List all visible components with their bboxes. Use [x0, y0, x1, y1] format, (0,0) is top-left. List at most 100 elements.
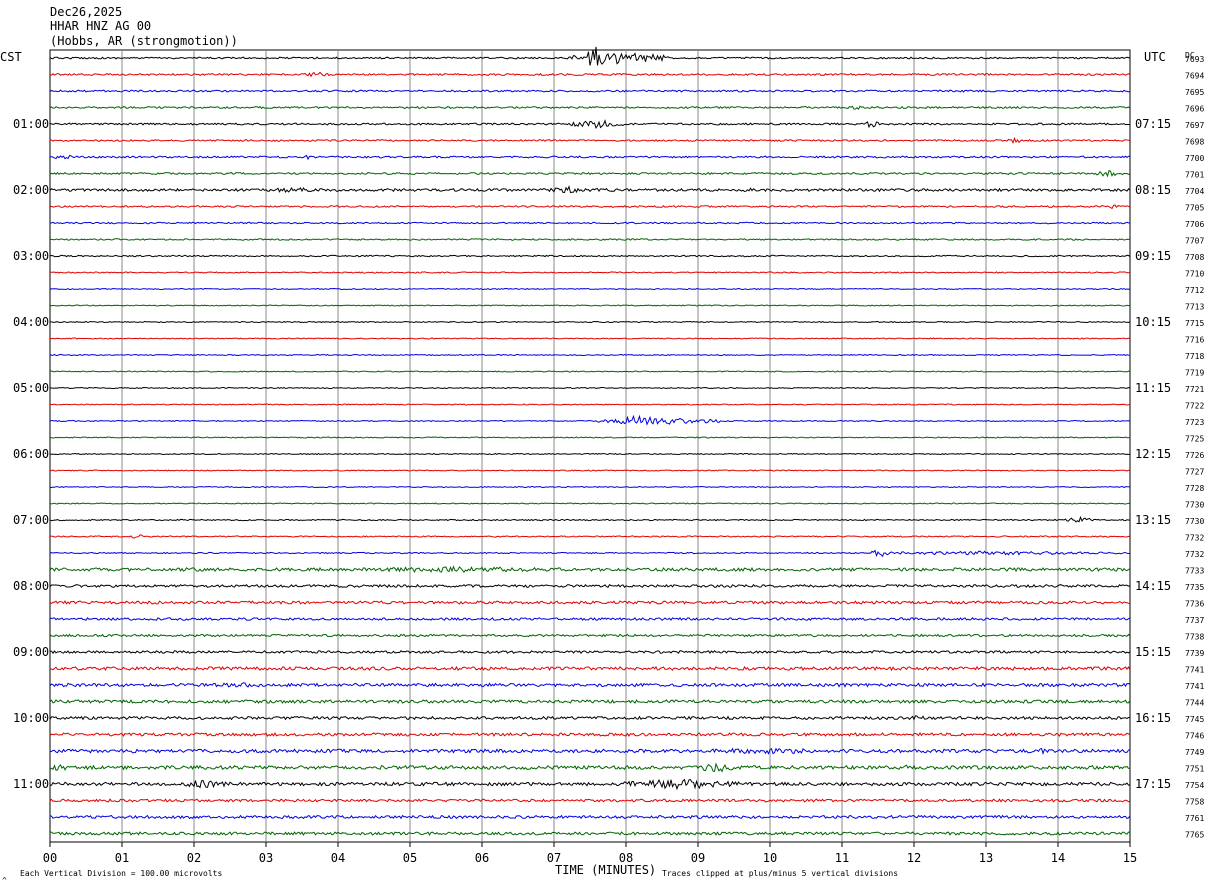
trace-row	[49, 814, 1131, 820]
trace-row	[49, 119, 1131, 130]
trace-row	[49, 185, 1131, 194]
dc-offset-label: 7739	[1185, 649, 1204, 658]
trace-row	[49, 304, 1131, 307]
dc-offset-label: 7741	[1185, 666, 1204, 675]
dc-offset-label: 7730	[1185, 501, 1204, 510]
trace-row	[49, 583, 1131, 589]
trace-row	[49, 287, 1131, 291]
utc-hour-label: 07:15	[1135, 117, 1171, 131]
dc-offset-label: 7713	[1185, 303, 1204, 312]
dc-offset-label: 7732	[1185, 534, 1204, 543]
x-tick-label: 03	[259, 851, 273, 865]
x-tick-label: 10	[763, 851, 777, 865]
utc-hour-label: 10:15	[1135, 315, 1171, 329]
dc-offset-label: 7754	[1185, 781, 1204, 790]
dc-offset-label: 7712	[1185, 286, 1204, 295]
trace-row	[49, 633, 1131, 638]
cst-hour-label: 01:00	[13, 117, 49, 131]
trace-row	[49, 715, 1131, 721]
utc-hour-label: 14:15	[1135, 579, 1171, 593]
dc-offset-label: 7738	[1185, 633, 1204, 642]
x-tick-label: 04	[331, 851, 345, 865]
trace-row	[49, 565, 1131, 574]
trace-row	[49, 600, 1131, 605]
dc-offset-label: 7698	[1185, 138, 1204, 147]
trace-row	[49, 699, 1131, 705]
dc-offset-label: 7751	[1185, 765, 1204, 774]
x-tick-label: 02	[187, 851, 201, 865]
dc-offset-label: 7725	[1185, 435, 1204, 444]
trace-row	[49, 778, 1131, 791]
utc-hour-label: 13:15	[1135, 513, 1171, 527]
dc-offset-label: 7706	[1185, 220, 1204, 229]
dc-offset-label: 7693	[1185, 55, 1204, 64]
dc-offset-label: 7697	[1185, 121, 1204, 130]
x-axis-ticks: 00 01 02 03 04 05 06 07 08 09 10 11 12 13 14 15	[43, 842, 1137, 865]
clip-note: Traces clipped at plus/minus 5 vertical …	[662, 869, 898, 878]
trace-row	[49, 254, 1131, 258]
dc-offset-label: 7733	[1185, 567, 1204, 576]
dc-offset-label: 7696	[1185, 105, 1204, 114]
utc-hour-label: 12:15	[1135, 447, 1171, 461]
dc-offset-label: 7737	[1185, 616, 1204, 625]
utc-hour-label: 17:15	[1135, 777, 1171, 791]
dc-offset-label: 7735	[1185, 583, 1204, 592]
trace-row	[49, 731, 1131, 738]
station-code: HHAR HNZ AG 00	[50, 19, 151, 33]
x-tick-label: 00	[43, 851, 57, 865]
trace-row	[49, 549, 1131, 558]
trace-row	[50, 831, 1131, 836]
trace-row	[49, 105, 1131, 111]
x-tick-label: 01	[115, 851, 129, 865]
dc-offset-label: 7723	[1185, 418, 1204, 427]
right-axis-label: UTC	[1144, 50, 1166, 64]
dc-offset-label: 7730	[1185, 517, 1204, 526]
x-tick-label: 13	[979, 851, 993, 865]
trace-row	[49, 170, 1131, 178]
utc-hour-label: 11:15	[1135, 381, 1171, 395]
dc-offset-label: 7694	[1185, 72, 1204, 81]
trace-row	[49, 515, 1131, 523]
trace-row	[49, 204, 1131, 210]
trace-row	[49, 353, 1131, 357]
x-tick-label: 12	[907, 851, 921, 865]
dc-offset-label: 7710	[1185, 270, 1204, 279]
cst-hour-label: 03:00	[13, 249, 49, 263]
trace-row	[49, 154, 1130, 161]
dc-offset-label: 7765	[1185, 831, 1204, 840]
trace-row	[49, 71, 1131, 78]
dc-offset-label: 7695	[1185, 88, 1204, 97]
cst-hour-labels: 01:00 02:00 03:00 04:00 05:00 06:00 07:00 08:00…	[13, 117, 49, 791]
dc-offset-label: 7749	[1185, 748, 1204, 757]
minute-grid	[121, 50, 1059, 842]
plot-frame	[49, 49, 1131, 843]
dc-offset-label: 7701	[1185, 171, 1204, 180]
trace-row	[49, 534, 1131, 539]
dc-offset-label: 7700	[1185, 154, 1204, 163]
trace-row	[49, 370, 1131, 373]
dc-offset-label: 7758	[1185, 798, 1204, 807]
trace-row	[49, 485, 1131, 489]
corner-mark: ^	[2, 876, 7, 885]
dc-offset-label: 7746	[1185, 732, 1204, 741]
dc-offset-label: 7736	[1185, 600, 1204, 609]
trace-row	[49, 469, 1131, 472]
utc-hour-label: 08:15	[1135, 183, 1171, 197]
station-location: (Hobbs, AR (strongmotion))	[50, 34, 238, 48]
dc-offset-label: 7727	[1185, 468, 1204, 477]
trace-row	[49, 617, 1131, 622]
dc-offset-label: 7741	[1185, 682, 1204, 691]
dc-offset-label: 7715	[1185, 319, 1204, 328]
dc-offset-label: 7721	[1185, 385, 1204, 394]
dc-offset-label: 7761	[1185, 814, 1204, 823]
dc-offset-label: 7722	[1185, 402, 1204, 411]
trace-row	[50, 403, 1131, 406]
left-axis-label: CST	[0, 50, 22, 64]
trace-row	[49, 414, 1131, 426]
x-axis-label: TIME (MINUTES)	[555, 863, 656, 877]
dc-offset-label: 7716	[1185, 336, 1204, 345]
dc-offset-label: 7728	[1185, 484, 1204, 493]
trace-row	[49, 320, 1131, 324]
utc-hour-labels: 07:15 08:15 09:15 10:15 11:15 12:15 13:15 14:15…	[1135, 117, 1171, 791]
utc-hour-label: 09:15	[1135, 249, 1171, 263]
